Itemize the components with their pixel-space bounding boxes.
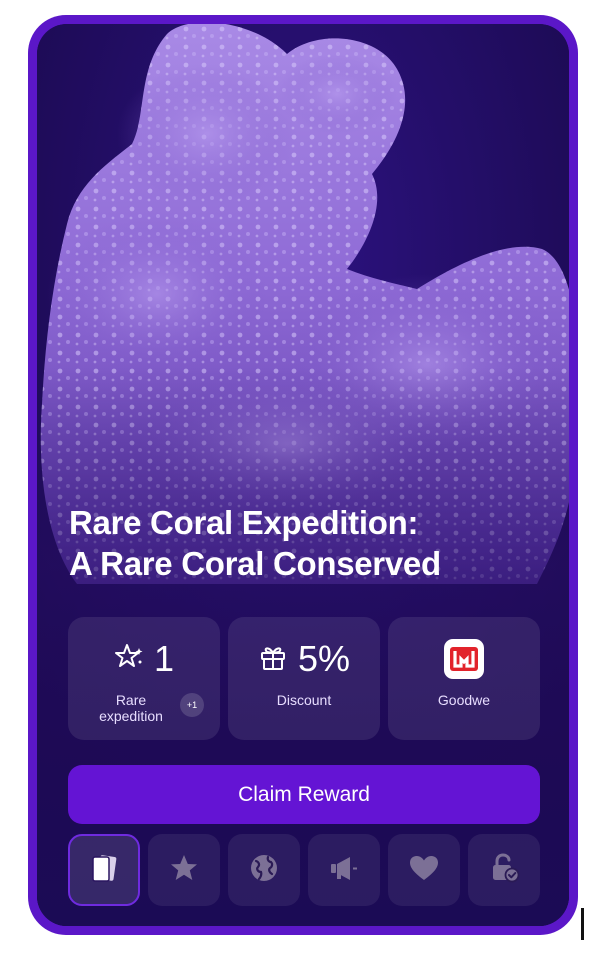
globe-icon [248,852,280,889]
star-icon [168,852,200,889]
stat-brand-label: Goodwe [437,692,491,708]
reward-title: Rare Coral Expedition: A Rare Coral Cons… [69,502,539,584]
stat-discount-label: Discount [276,692,332,708]
stat-rare-value: 1 [153,638,175,679]
sparkle-star-icon [114,642,144,677]
reward-title-line-2: A Rare Coral Conserved [69,545,441,582]
gift-icon [258,642,288,677]
tab-star[interactable] [148,834,220,906]
cards-icon [87,851,121,890]
tab-announcements[interactable] [308,834,380,906]
text-cursor [581,908,584,940]
card-content: Rare Coral Expedition: A Rare Coral Cons… [37,24,569,926]
goodwe-logo [444,639,484,679]
reward-stats: 1 Rare expedition +1 5% Discount Goodwe [68,617,540,740]
heart-icon [408,853,440,888]
megaphone-icon [327,852,361,889]
stat-rare-expedition: 1 Rare expedition +1 [68,617,220,740]
reward-title-line-1: Rare Coral Expedition: [69,504,419,541]
unlock-check-icon [488,852,520,889]
tab-globe[interactable] [228,834,300,906]
tab-unlocked[interactable] [468,834,540,906]
stat-discount: 5% Discount [228,617,380,740]
tab-cards[interactable] [68,834,140,906]
claim-reward-button[interactable]: Claim Reward [68,765,540,824]
tab-favorites[interactable] [388,834,460,906]
stat-brand: Goodwe [388,617,540,740]
bottom-tab-bar [68,834,540,906]
stat-discount-value: 5% [297,638,351,679]
reward-card: Rare Coral Expedition: A Rare Coral Cons… [28,15,578,935]
plus-one-badge: +1 [180,693,204,717]
